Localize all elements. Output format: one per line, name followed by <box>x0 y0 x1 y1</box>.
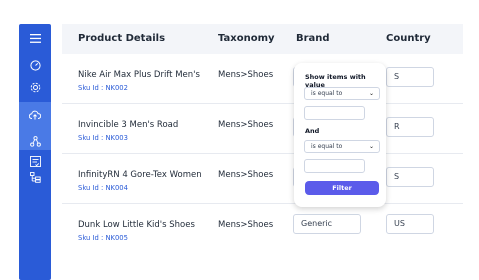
taxonomy-value: Mens>Shoes <box>218 120 274 130</box>
sku-id: Sku Id : NK003 <box>78 134 128 142</box>
chevron-down-icon: ⌄ <box>368 143 374 150</box>
chevron-down-icon: ⌄ <box>368 90 374 97</box>
product-name: Invincible 3 Men's Road <box>78 120 179 130</box>
upload-cloud-icon[interactable] <box>19 110 51 120</box>
filter-popup: Show items with value is equal to ⌄ And … <box>294 63 386 207</box>
product-name: Dunk Low Little Kid's Shoes <box>78 220 195 230</box>
table-header: Product Details Taxonomy Brand Country <box>62 24 463 54</box>
menu-icon[interactable] <box>19 34 51 43</box>
network-icon[interactable] <box>19 136 51 147</box>
taxonomy-value: Mens>Shoes <box>218 220 274 230</box>
country-field[interactable]: US <box>386 214 434 234</box>
country-field[interactable]: R <box>386 117 434 137</box>
checklist-icon[interactable] <box>19 156 51 167</box>
sidebar <box>19 24 51 280</box>
filter-value-input-1[interactable] <box>304 106 365 120</box>
folder-tree-icon[interactable] <box>19 172 51 183</box>
filter-value-input-2[interactable] <box>304 159 365 173</box>
table-row[interactable]: Invincible 3 Men's Road Sku Id : NK003 M… <box>62 104 463 154</box>
header-product-details[interactable]: Product Details <box>78 33 165 44</box>
brand-field[interactable]: Generic <box>293 214 361 234</box>
sku-id: Sku Id : NK005 <box>78 234 128 242</box>
header-country[interactable]: Country <box>386 33 431 44</box>
product-table: Product Details Taxonomy Brand Country N… <box>62 24 463 280</box>
filter-operator-select-1[interactable]: is equal to ⌄ <box>304 87 380 100</box>
taxonomy-value: Mens>Shoes <box>218 170 274 180</box>
select-value: is equal to <box>311 90 343 97</box>
filter-operator-select-2[interactable]: is equal to ⌄ <box>304 140 380 153</box>
sku-id: Sku Id : NK004 <box>78 184 128 192</box>
table-row[interactable]: InfinityRN 4 Gore-Tex Women Sku Id : NK0… <box>62 154 463 204</box>
taxonomy-value: Mens>Shoes <box>218 70 274 80</box>
table-row[interactable]: Nike Air Max Plus Drift Men's Sku Id : N… <box>62 54 463 104</box>
filter-button[interactable]: Filter <box>305 181 379 195</box>
header-brand[interactable]: Brand <box>296 33 330 44</box>
gauge-icon[interactable] <box>19 60 51 71</box>
select-value: is equal to <box>311 143 343 150</box>
product-name: InfinityRN 4 Gore-Tex Women <box>78 170 202 180</box>
sku-id: Sku Id : NK002 <box>78 84 128 92</box>
country-field[interactable]: S <box>386 67 434 87</box>
header-taxonomy[interactable]: Taxonomy <box>218 33 275 44</box>
settings-gear-icon[interactable] <box>19 82 51 93</box>
filter-connector: And <box>305 127 320 135</box>
product-name: Nike Air Max Plus Drift Men's <box>78 70 200 80</box>
table-row[interactable]: Dunk Low Little Kid's Shoes Sku Id : NK0… <box>62 204 463 254</box>
country-field[interactable]: S <box>386 167 434 187</box>
